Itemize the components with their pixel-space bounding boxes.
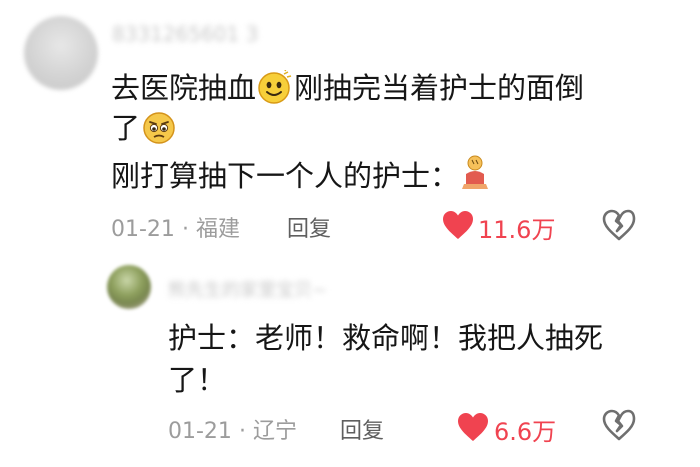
avatar[interactable] xyxy=(24,16,98,90)
avatar[interactable] xyxy=(107,265,151,309)
comment-text-line: 去医院抽血 刚抽完当着护士的面倒 xyxy=(111,68,584,114)
comment-meta: 01-21 · 福建 xyxy=(111,211,240,243)
comment-text-line: 了 xyxy=(111,108,178,154)
reply-button[interactable]: 回复 xyxy=(340,413,384,445)
reply-text-line: 护士：老师！救命啊！我把人抽死 xyxy=(168,318,603,358)
comment-text-line: 刚打算抽下一个人的护士： xyxy=(111,154,491,202)
reply-text: 护士：老师！救命啊！我把人抽死 xyxy=(168,321,604,355)
smile-emoji-icon xyxy=(257,68,293,114)
comment-date: 01-21 xyxy=(111,217,175,242)
comment-text: 刚打算抽下一个人的护士： xyxy=(111,159,460,193)
reply-text-line: 了！ xyxy=(168,360,226,400)
kneeling-emoji-icon xyxy=(460,154,490,202)
username[interactable]: 熊先生的家里宝贝~ xyxy=(168,276,327,302)
broken-heart-icon[interactable] xyxy=(601,408,637,446)
username[interactable]: 8331265601 3 xyxy=(112,22,258,46)
comment-text: 刚抽完当着护士的面倒 xyxy=(294,71,585,105)
reply-location: 辽宁 xyxy=(252,419,297,444)
like-count: 11.6万 xyxy=(478,216,556,244)
reply-meta: 01-21 · 辽宁 xyxy=(168,413,297,445)
comment-text: 去医院抽血 xyxy=(111,71,257,105)
reply-date: 01-21 xyxy=(168,419,232,444)
comment-location: 福建 xyxy=(195,217,240,242)
heart-filled-icon[interactable] xyxy=(441,209,475,245)
separator: · xyxy=(238,419,246,444)
reply-text: 了！ xyxy=(168,363,227,397)
worried-emoji-icon xyxy=(141,110,177,154)
separator: · xyxy=(181,217,189,242)
comment-text: 了 xyxy=(111,111,141,145)
reply-button[interactable]: 回复 xyxy=(287,211,331,243)
like-count: 6.6万 xyxy=(494,418,557,446)
heart-filled-icon[interactable] xyxy=(456,411,490,447)
broken-heart-icon[interactable] xyxy=(601,208,637,246)
